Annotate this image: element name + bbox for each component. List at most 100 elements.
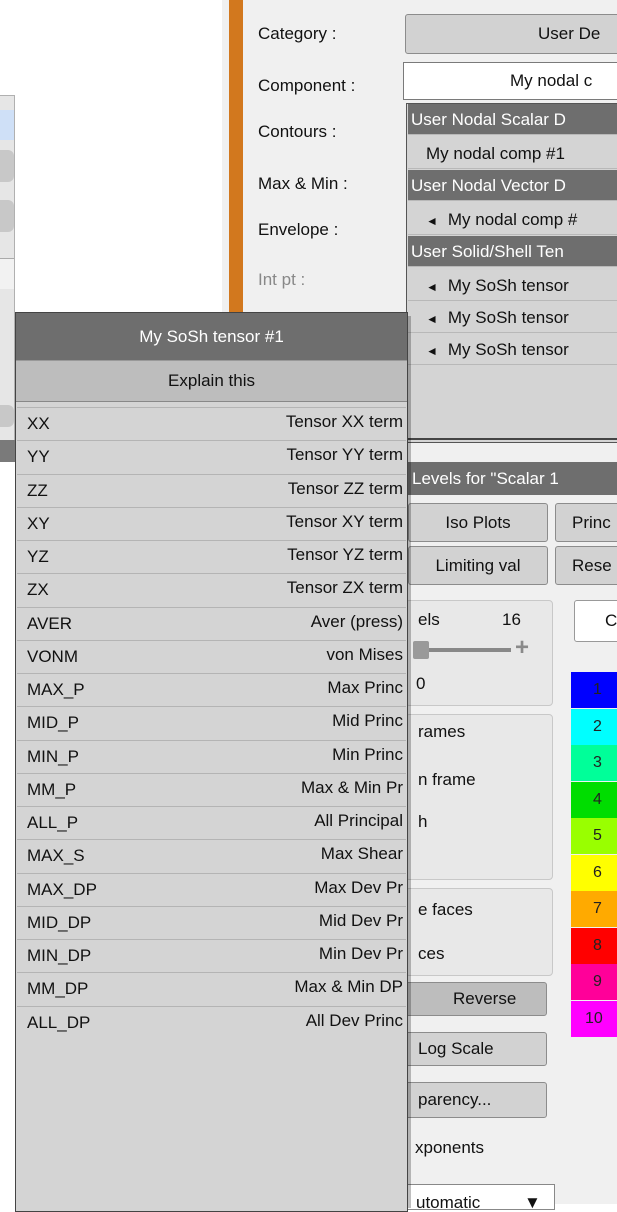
menu-item-key: VONM: [27, 646, 78, 666]
menu-item-description: Tensor XX term: [285, 412, 403, 431]
menu-item-description: All Dev Princ: [305, 1010, 403, 1030]
levels-value: 0: [416, 674, 426, 693]
frames-option-1[interactable]: rames: [418, 722, 465, 742]
color-band: 3: [571, 745, 617, 781]
reverse-button[interactable]: Reverse: [405, 982, 547, 1016]
menu-item-key: MIN_P: [27, 746, 79, 766]
list-item[interactable]: My nodal comp #1: [408, 138, 617, 169]
menu-item-key: MID_P: [27, 713, 79, 733]
c-button[interactable]: C: [574, 600, 617, 642]
menu-item-description: von Mises: [326, 644, 403, 664]
tab-iso-plots[interactable]: Iso Plots: [408, 503, 548, 542]
menu-item[interactable]: MM_DP Max & Min DP: [17, 972, 406, 1005]
menu-item[interactable]: MAX_DP Max Dev Pr: [17, 872, 406, 905]
category-label: Category :: [258, 24, 337, 43]
menu-item[interactable]: MID_P Mid Princ: [17, 706, 406, 739]
menu-item[interactable]: XY Tensor XY term: [17, 506, 406, 539]
faces-option-2[interactable]: ces: [418, 944, 444, 964]
menu-item[interactable]: XX Tensor XX term: [17, 407, 406, 439]
menu-item[interactable]: MIN_P Min Princ: [17, 739, 406, 772]
menu-item-key: ALL_P: [27, 813, 79, 832]
list-item-label: My SoSh tensor: [447, 276, 569, 295]
menu-item[interactable]: VONM von Mises: [17, 639, 406, 672]
component-label: Component :: [258, 76, 356, 95]
color-band: 10: [571, 1000, 617, 1037]
background-highlight: [0, 110, 14, 140]
list-item-label: My nodal comp #: [447, 210, 578, 229]
menu-item-description: Max Shear: [320, 844, 403, 864]
color-band: 7: [571, 891, 617, 927]
menu-item[interactable]: ALL_DP All Dev Princ: [17, 1005, 406, 1038]
chevron-left-icon: ◄: [426, 214, 438, 228]
list-group-header: User Nodal Scalar D: [408, 104, 617, 135]
contours-label: Contours :: [258, 122, 337, 141]
envelope-label: Envelope :: [258, 220, 339, 239]
chevron-left-icon: ◄: [426, 280, 438, 294]
menu-item-key: XX: [27, 414, 50, 433]
tab-princ[interactable]: Princ: [555, 503, 617, 542]
frames-option-2[interactable]: n frame: [418, 770, 476, 790]
list-item[interactable]: ◄ My nodal comp #: [408, 204, 617, 235]
menu-item-description: Tensor XY term: [286, 511, 403, 531]
list-group-header: User Nodal Vector D: [408, 170, 617, 201]
slider-handle[interactable]: [413, 641, 429, 659]
log-scale-button[interactable]: Log Scale: [405, 1032, 547, 1066]
tab-limiting-val[interactable]: Limiting val: [408, 546, 548, 585]
list-item[interactable]: ◄ My SoSh tensor: [408, 302, 617, 333]
popup-title: My SoSh tensor #1: [16, 313, 407, 360]
menu-item-description: Min Princ: [332, 744, 403, 764]
color-band: 5: [571, 818, 617, 854]
menu-item-description: Max Dev Pr: [314, 877, 403, 897]
menu-item-key: MAX_S: [27, 846, 85, 866]
component-field[interactable]: My nodal c: [403, 62, 617, 100]
menu-item[interactable]: AVER Aver (press): [17, 606, 406, 639]
list-item[interactable]: ◄ My SoSh tensor: [408, 270, 617, 301]
faces-option-1[interactable]: e faces: [418, 900, 473, 920]
menu-item[interactable]: YY Tensor YY term: [17, 440, 406, 473]
list-item-label: My nodal comp #1: [426, 144, 565, 163]
menu-item[interactable]: YZ Tensor YZ term: [17, 540, 406, 572]
background-row: [0, 200, 14, 232]
menu-item-key: MM_P: [27, 779, 77, 799]
exponents-label: xponents: [415, 1138, 484, 1157]
menu-item[interactable]: MID_DP Mid Dev Pr: [17, 905, 406, 938]
list-item[interactable]: ◄ My SoSh tensor: [408, 334, 617, 365]
menu-item[interactable]: MAX_P Max Princ: [17, 673, 406, 705]
tab-reset[interactable]: Rese: [555, 546, 617, 585]
color-band: 6: [571, 854, 617, 891]
plus-icon[interactable]: +: [515, 634, 529, 662]
menu-item-description: Tensor YZ term: [287, 545, 403, 564]
color-band: 4: [571, 781, 617, 818]
intpt-label: Int pt :: [258, 270, 306, 289]
color-band: 2: [571, 708, 617, 745]
background-row: [0, 258, 14, 289]
menu-item-description: Max & Min DP: [294, 977, 403, 997]
levels-header: Levels for "Scalar 1: [408, 462, 617, 495]
menu-item-key: ZX: [27, 580, 49, 600]
category-value: User De: [538, 24, 601, 43]
list-item-label: My SoSh tensor: [447, 308, 569, 327]
menu-item[interactable]: MAX_S Max Shear: [17, 839, 406, 872]
menu-item[interactable]: ALL_P All Principal: [17, 806, 406, 838]
levels-slider[interactable]: [415, 648, 511, 652]
menu-item[interactable]: ZZ Tensor ZZ term: [17, 473, 406, 506]
menu-item-description: All Principal: [314, 811, 403, 830]
menu-item[interactable]: MIN_DP Min Dev Pr: [17, 939, 406, 971]
list-item-label: User Solid/Shell Ten: [411, 242, 564, 261]
menu-item-description: Tensor ZZ term: [287, 478, 403, 498]
menu-item-description: Tensor ZX term: [286, 578, 403, 598]
component-value: My nodal c: [510, 71, 593, 90]
menu-item-key: MIN_DP: [27, 946, 92, 965]
menu-item-key: MAX_DP: [27, 879, 97, 899]
transparency-button[interactable]: parency...: [405, 1082, 547, 1118]
background-row: [0, 150, 14, 182]
menu-item-key: XY: [27, 513, 50, 533]
menu-item[interactable]: ZX Tensor ZX term: [17, 573, 406, 606]
menu-item[interactable]: MM_P Max & Min Pr: [17, 772, 406, 805]
category-select[interactable]: User De: [405, 14, 617, 54]
frames-option-3[interactable]: h: [418, 812, 427, 832]
explain-button[interactable]: Explain this: [16, 360, 407, 402]
list-divider: [406, 438, 617, 440]
automatic-select[interactable]: utomatic ▼: [405, 1184, 555, 1210]
menu-item-key: MID_DP: [27, 912, 92, 932]
